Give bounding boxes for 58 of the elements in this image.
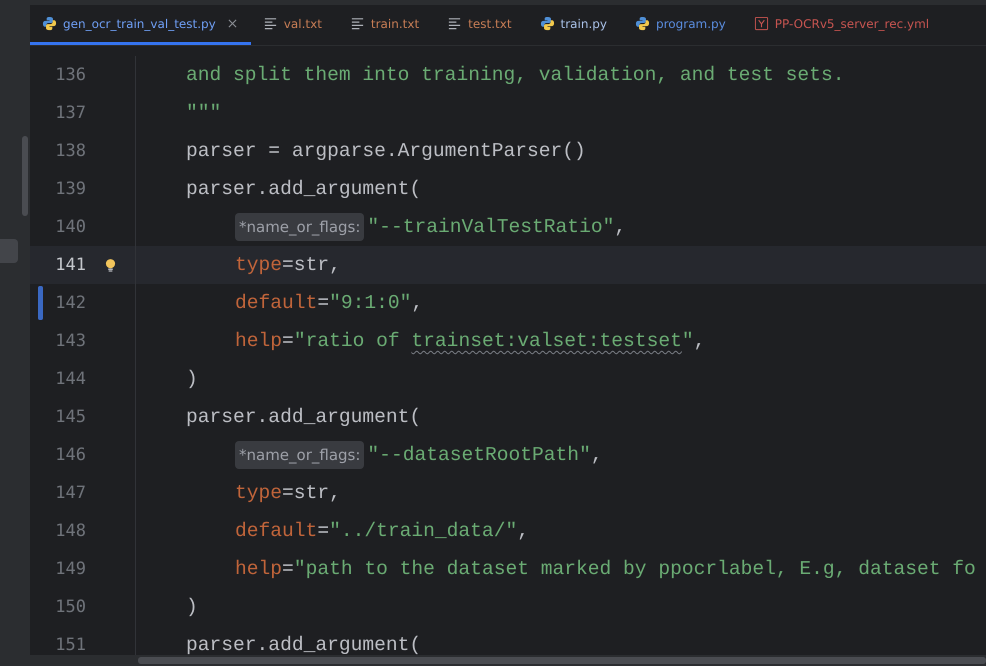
file-tab[interactable]: program.py [623,5,742,45]
line-number: 145 [54,407,86,427]
string-literal: trainset:valset:testset [411,330,682,352]
line-number: 143 [54,331,86,351]
line-number: 137 [54,103,86,123]
line-number: 146 [54,445,86,465]
code-text: , [411,292,424,314]
string-literal: """ [186,102,222,124]
line-number: 139 [54,179,86,199]
code-text: =str, [282,482,341,504]
line-number: 149 [54,559,86,579]
line-number: 138 [54,141,86,161]
code-text: , [694,330,706,352]
code-text: = [282,330,294,352]
file-tab[interactable]: train.txt [338,5,436,45]
code-text: parser.add_argument( [186,178,422,200]
code-text: , [614,216,626,238]
code-text: ) [186,596,198,618]
code-text: parser.add_argument( [186,406,422,428]
code-text: parser = argparse.ArgumentParser() [186,140,586,162]
keyword-argument: type [235,482,282,504]
line-number: 148 [54,521,86,541]
file-tab[interactable]: val.txt [250,5,338,45]
code-text: ) [186,368,198,390]
keyword-argument: help [235,558,282,580]
code-text: parser.add_argument( [186,634,422,656]
string-literal: "../train_data/" [329,520,518,542]
line-number: 141 [54,255,86,275]
line-number: 144 [54,369,86,389]
string-literal: " [682,330,694,352]
line-number: 147 [54,483,86,503]
file-tab[interactable]: test.txt [435,5,528,45]
string-literal: and split them into training, validation, and test sets. [186,64,844,86]
string-literal: "path to the dataset marked by ppocrlabel, E.g, dataset fo [294,558,976,580]
keyword-argument: type [235,254,282,276]
string-literal: "ratio of [294,330,401,352]
line-number: 142 [54,293,86,313]
code-text: = [317,520,330,542]
keyword-argument: default [235,292,318,314]
parameter-hint: *name_or_flags: [235,441,364,469]
keyword-argument: help [235,330,282,352]
line-number: 151 [54,635,86,655]
code-text: = [317,292,330,314]
file-tab[interactable]: train.py [528,5,624,45]
keyword-argument: default [235,520,318,542]
file-tab[interactable]: PP-OCRv5_server_rec.yml [742,5,946,45]
line-number: 136 [54,65,86,85]
line-number: 140 [54,217,86,237]
code-text: =str, [282,254,341,276]
line-number: 150 [54,597,86,617]
parameter-hint: *name_or_flags: [235,213,364,241]
string-literal: "9:1:0" [329,292,412,314]
code-text: , [590,444,603,466]
code-text: , [517,520,529,542]
string-literal: "--trainValTestRatio" [367,216,614,238]
file-tab[interactable]: gen_ocr_train_val_test.py [30,5,251,45]
code-text: = [282,558,294,580]
string-literal: "--datasetRootPath" [367,444,591,466]
